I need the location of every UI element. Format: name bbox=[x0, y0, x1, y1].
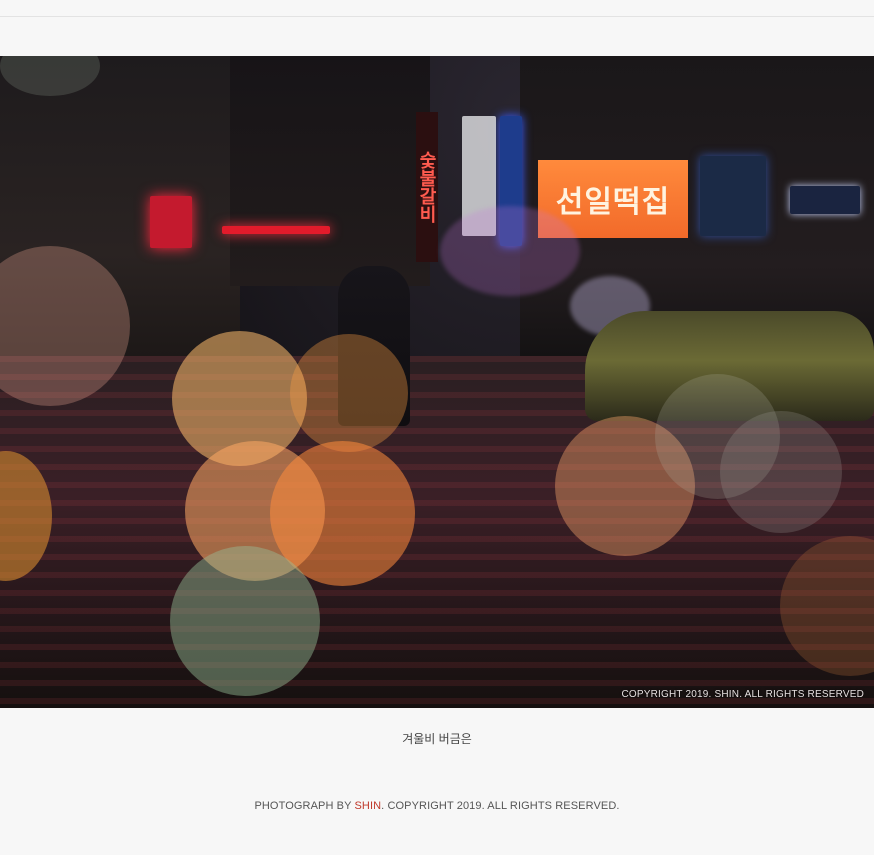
footer-author-link[interactable]: SHIN bbox=[354, 800, 381, 812]
building-middle bbox=[230, 56, 430, 286]
photo-caption: 겨울비 버금은 bbox=[402, 732, 472, 746]
main-photo: 숯불갈비 선일떡집 COPYRIGHT 2019. SHIN. ALL RIGH… bbox=[0, 56, 874, 708]
bokeh-green bbox=[170, 546, 320, 696]
photo-scene: 숯불갈비 선일떡집 bbox=[0, 56, 874, 708]
purple-light bbox=[440, 206, 580, 296]
red-awning-center bbox=[222, 226, 330, 234]
neon-vertical-sign: 숯불갈비 bbox=[416, 112, 438, 262]
footer-prefix: PHOTOGRAPH BY bbox=[254, 800, 355, 812]
bokeh-grey-2 bbox=[720, 411, 842, 533]
footer-credit: PHOTOGRAPH BY SHIN. COPYRIGHT 2019. ALL … bbox=[0, 800, 874, 812]
top-bar bbox=[0, 0, 874, 17]
red-sign-left bbox=[150, 196, 192, 248]
cafe-sign bbox=[700, 156, 766, 236]
bokeh-orange-2 bbox=[290, 334, 408, 452]
footer-suffix: . COPYRIGHT 2019. ALL RIGHTS RESERVED. bbox=[381, 800, 620, 812]
photo-watermark: COPYRIGHT 2019. SHIN. ALL RIGHTS RESERVE… bbox=[621, 689, 864, 700]
ced-sign bbox=[790, 186, 860, 214]
